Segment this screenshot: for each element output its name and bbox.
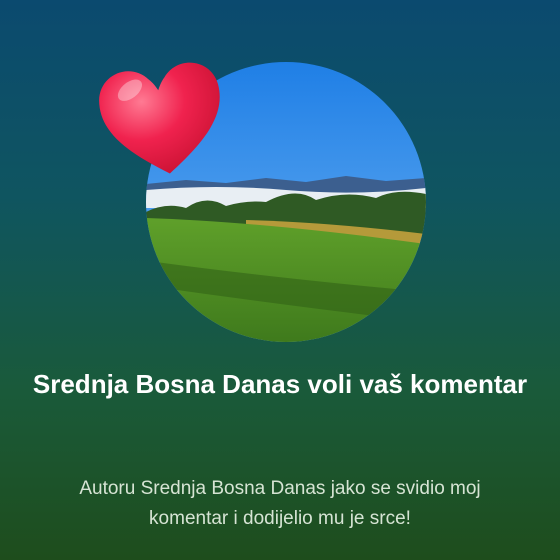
notification-title: Srednja Bosna Danas voli vaš komentar xyxy=(32,369,528,399)
heart-icon xyxy=(94,52,230,182)
notification-message: Autoru Srednja Bosna Danas jako se svidi… xyxy=(79,478,481,529)
